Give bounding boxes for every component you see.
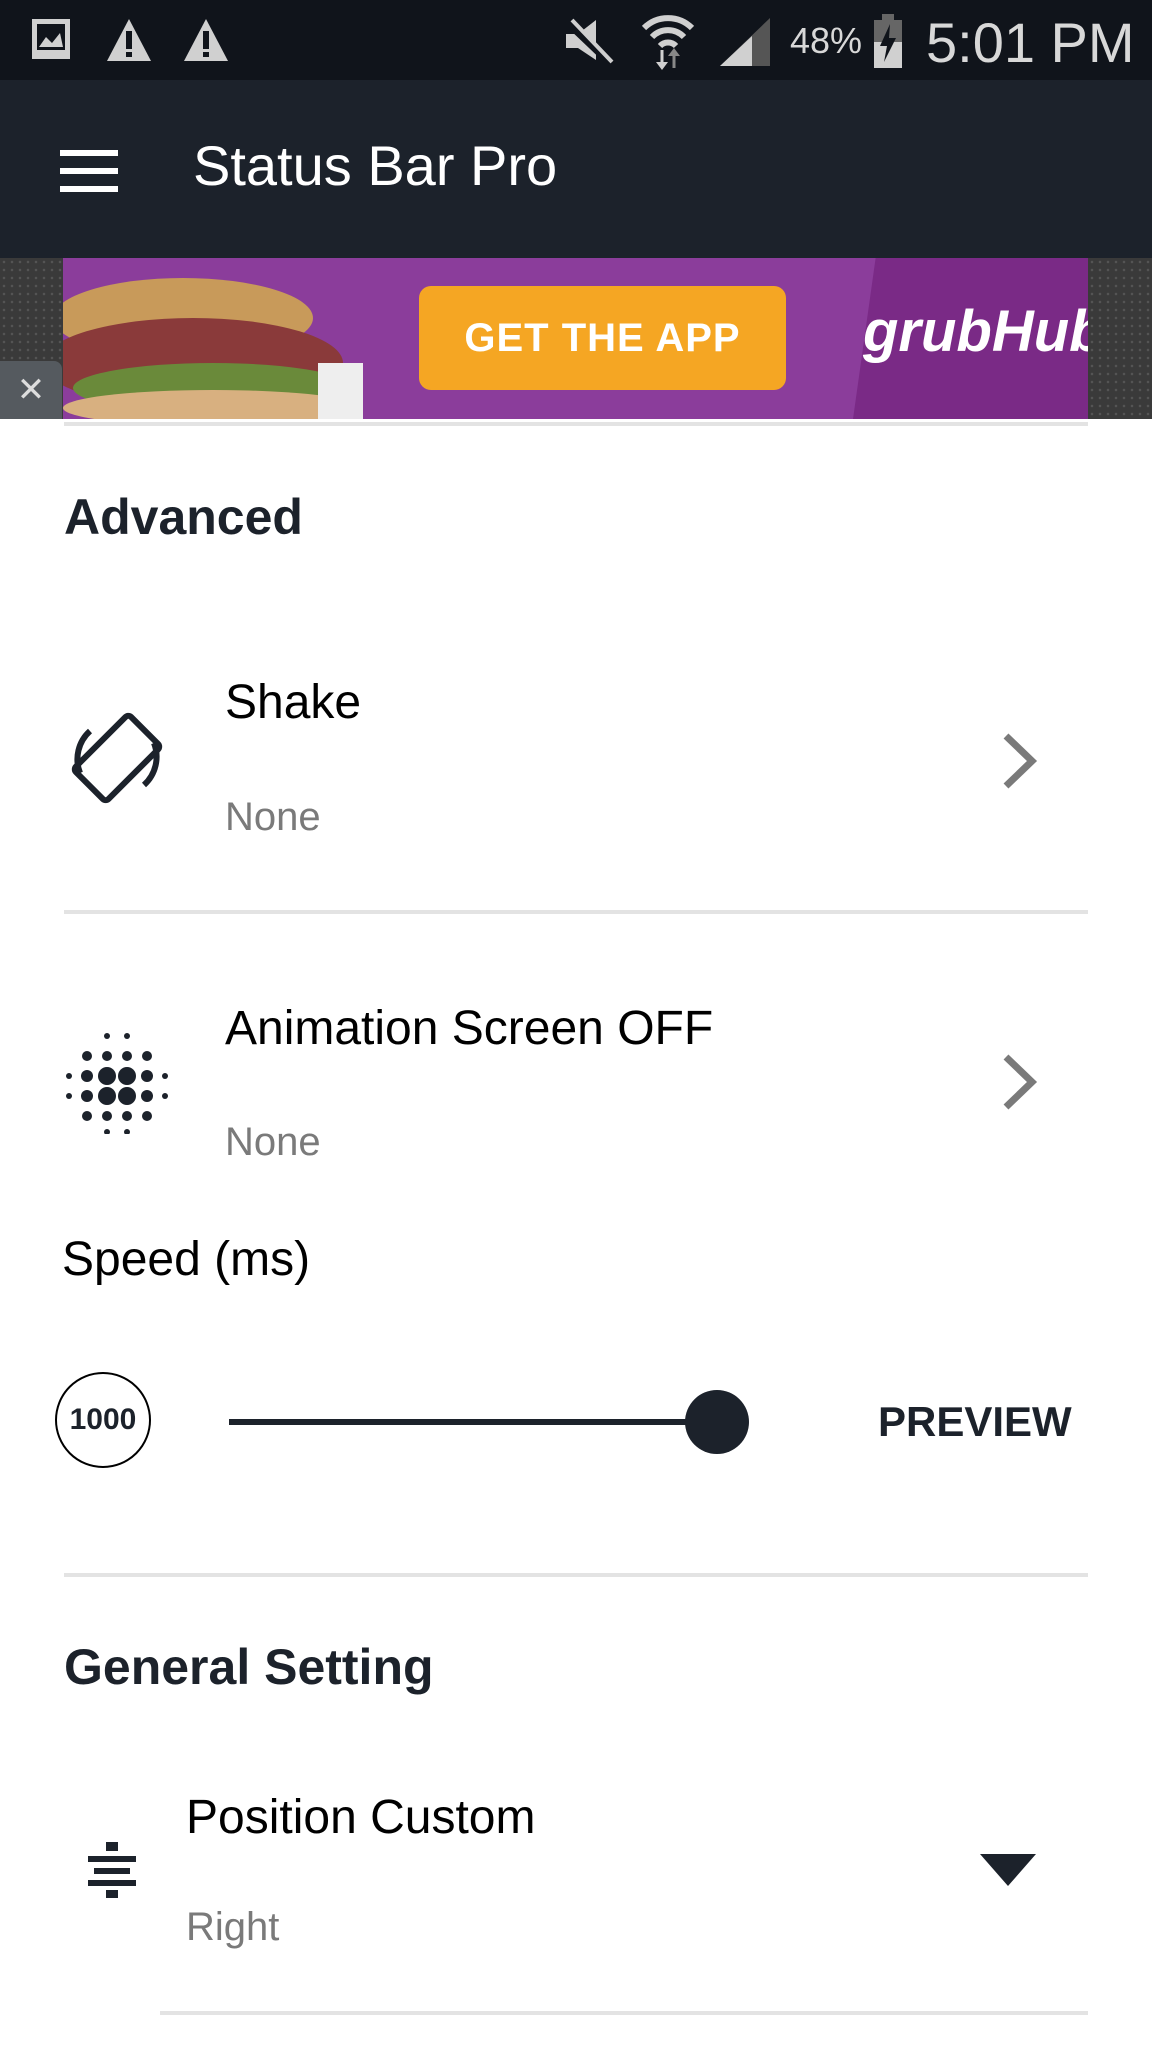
gallery-icon — [32, 19, 70, 59]
speed-label: Speed (ms) — [62, 1233, 311, 1286]
item-title: Position Custom — [186, 1791, 536, 1844]
status-bar: 48% 5:01 PM — [0, 0, 1152, 80]
battery-percent: 48% — [790, 20, 863, 61]
slider-fill — [229, 1419, 717, 1425]
app-bar — [0, 80, 1152, 258]
signal-icon — [720, 18, 770, 66]
warning-icon — [107, 19, 151, 61]
ad-brand-logo: grubHub — [863, 299, 1088, 364]
dots-pattern-icon — [66, 1033, 168, 1134]
ad-banner[interactable]: GET THE APP grubHub — [63, 258, 1088, 419]
item-value: None — [225, 1120, 321, 1164]
setting-item-shake[interactable]: Shake None — [0, 640, 1152, 910]
item-value: Right — [186, 1905, 280, 1949]
hamburger-icon[interactable] — [58, 148, 122, 194]
align-center-icon — [88, 1842, 136, 1898]
divider — [64, 910, 1088, 914]
item-value: None — [225, 795, 321, 839]
screen-rotation-icon — [71, 712, 163, 804]
speed-value-badge: 1000 — [55, 1372, 151, 1468]
preview-button[interactable]: PREVIEW — [878, 1398, 1072, 1446]
item-title: Shake — [225, 676, 362, 729]
app-title: Status Bar Pro — [193, 134, 558, 197]
warning-icon — [184, 19, 228, 61]
section-title-advanced: Advanced — [64, 489, 303, 545]
dropdown-arrow-icon[interactable] — [978, 1852, 1038, 1888]
sandwich-image — [63, 278, 363, 419]
divider — [160, 2011, 1088, 2015]
setting-item-position-custom[interactable]: Position Custom Right — [0, 1760, 1152, 2010]
speed-slider[interactable] — [229, 1390, 769, 1454]
ad-cta-button[interactable]: GET THE APP — [419, 286, 786, 390]
divider — [64, 422, 1088, 426]
wifi-icon — [641, 15, 695, 70]
slider-thumb[interactable] — [685, 1390, 749, 1454]
ad-close-button[interactable]: ✕ — [0, 361, 62, 419]
mute-icon — [563, 18, 614, 65]
battery-charging-icon — [874, 14, 902, 68]
section-title-general: General Setting — [64, 1639, 434, 1695]
clock: 5:01 PM — [926, 11, 1135, 74]
setting-item-animation-screen-off[interactable]: Animation Screen OFF None — [0, 965, 1152, 1185]
chevron-right-icon — [1003, 1054, 1038, 1110]
item-title: Animation Screen OFF — [225, 1002, 714, 1055]
divider — [64, 1573, 1088, 1577]
chevron-right-icon — [1003, 733, 1038, 789]
